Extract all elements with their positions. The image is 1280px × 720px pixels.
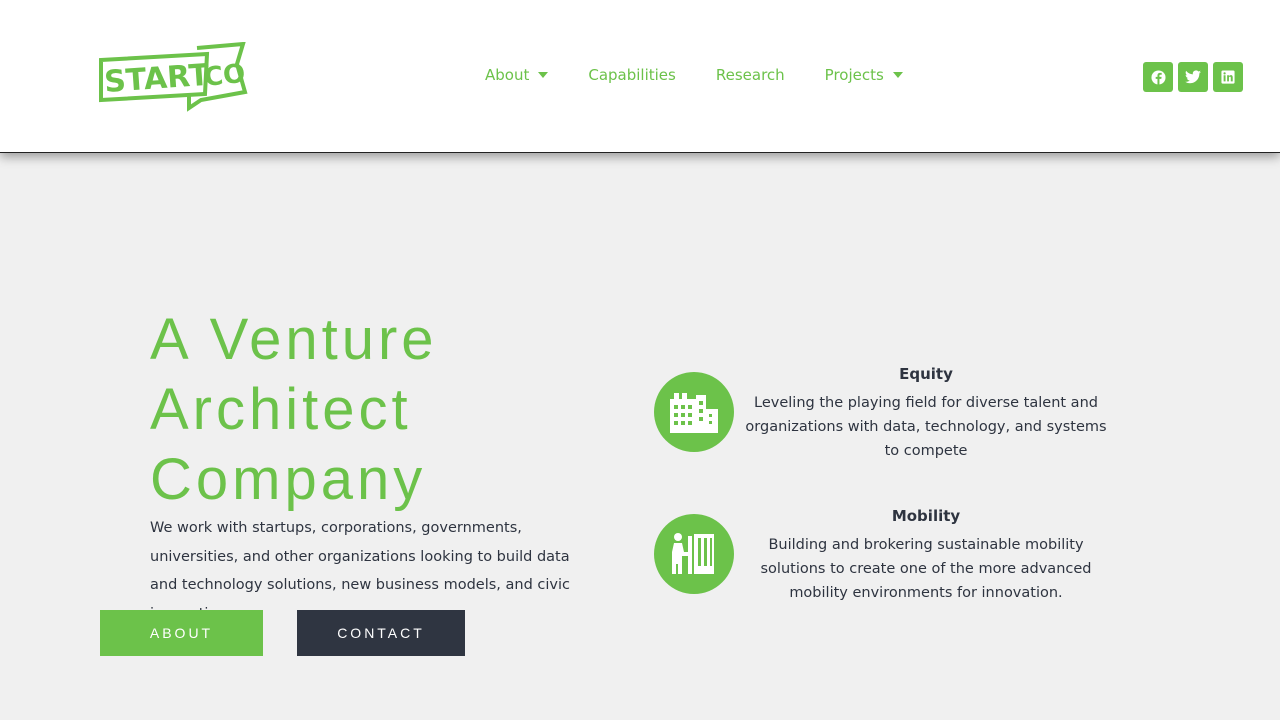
contact-button[interactable]: CONTACT: [297, 610, 465, 656]
mobility-description: Building and brokering sustainable mobil…: [760, 537, 1092, 601]
about-button[interactable]: ABOUT: [100, 610, 263, 656]
nav-item-projects[interactable]: Projects: [825, 66, 903, 84]
nav-item-research[interactable]: Research: [716, 66, 785, 84]
social-links: [1143, 62, 1243, 92]
equity-feature-icon: [654, 372, 734, 452]
mobility-title: Mobility: [891, 507, 961, 525]
twitter-button[interactable]: [1178, 62, 1208, 92]
linkedin-button[interactable]: [1213, 62, 1243, 92]
nav-item-about[interactable]: About: [485, 66, 549, 84]
equity-feature: Equity Leveling the playing field for di…: [742, 362, 1110, 463]
startco-logo[interactable]: START CO: [97, 42, 252, 112]
facebook-button[interactable]: [1143, 62, 1173, 92]
nav-label-projects: Projects: [824, 66, 884, 84]
mobility-feature: Mobility Building and brokering sustaina…: [742, 504, 1110, 605]
nav-label-research: Research: [715, 66, 785, 84]
linkedin-icon: [1221, 70, 1235, 84]
twitter-icon: [1185, 70, 1201, 84]
buildings-icon: [670, 393, 718, 433]
caret-down-icon: [538, 72, 549, 78]
equity-title: Equity: [899, 365, 953, 383]
equity-description: Leveling the playing field for diverse t…: [745, 395, 1107, 459]
caret-down-icon: [892, 72, 903, 78]
facebook-icon: [1150, 69, 1166, 85]
hero-title: A Venture Architect Company: [150, 305, 610, 515]
main-nav: About Capabilities Research Projects: [485, 66, 903, 84]
hero-title-line-1: A Venture: [150, 307, 438, 372]
svg-text:CO: CO: [203, 59, 247, 93]
hero-title-line-3: Company: [150, 447, 427, 512]
mobility-feature-icon: [654, 514, 734, 594]
hero-title-line-2: Architect: [150, 377, 412, 442]
svg-text:START: START: [103, 58, 211, 100]
nav-label-about: About: [485, 66, 530, 84]
site-header: START CO About Capabilities Research Pro…: [0, 0, 1280, 153]
nav-label-capabilities: Capabilities: [588, 66, 676, 84]
person-door-icon: [672, 533, 714, 574]
nav-item-capabilities[interactable]: Capabilities: [588, 66, 676, 84]
